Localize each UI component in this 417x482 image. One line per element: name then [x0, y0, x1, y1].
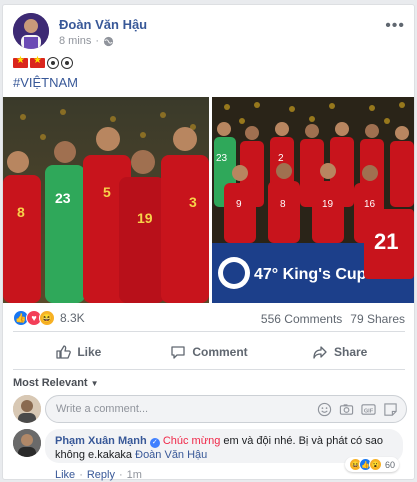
jersey-number: 23 [216, 153, 228, 164]
post-header: Đoàn Văn Hậu 8 mins · ••• [11, 13, 409, 53]
post-meta: 8 mins · [59, 35, 114, 47]
soccer-ball-icon [47, 57, 59, 69]
commenter-avatar[interactable] [13, 429, 41, 457]
camera-icon[interactable] [339, 402, 354, 417]
more-options-icon[interactable]: ••• [385, 17, 405, 35]
like-button-label: Like [77, 345, 102, 359]
haha-reaction-icon: 😆 [39, 310, 55, 326]
comment-highlight: Chúc mừng [162, 435, 221, 447]
comment-count[interactable]: 556 Comments [261, 312, 342, 326]
comment-button-label: Comment [192, 345, 248, 359]
team-photo-right[interactable]: 23 2 9 8 19 16 47° King's Cup 21 [212, 97, 414, 303]
jersey-number: 9 [236, 199, 242, 210]
comment-reply-link[interactable]: Reply [87, 469, 115, 481]
comment-sort-dropdown[interactable]: Most Relevant ▼ [13, 377, 99, 389]
globe-icon [103, 36, 114, 46]
reaction-summary[interactable]: 👍 ♥ 😆 8.3K [13, 310, 85, 326]
verified-badge-icon: ✓ [149, 438, 160, 448]
post-stats: 👍 ♥ 😆 8.3K 556 Comments 79 Shares [13, 310, 405, 328]
jersey-number: 8 [17, 204, 25, 220]
author-avatar[interactable] [13, 13, 49, 49]
footer-separator: · [79, 469, 83, 481]
post-hashtag[interactable]: #VIỆTNAM [13, 75, 78, 90]
share-icon [313, 346, 327, 359]
thumbs-up-icon [56, 345, 72, 359]
post-card: Đoàn Văn Hậu 8 mins · ••• #VIỆTNAM [2, 4, 415, 481]
reaction-count[interactable]: 8.3K [60, 311, 85, 325]
vietnam-flag-icon [13, 55, 28, 68]
jersey-number: 23 [55, 190, 71, 206]
jersey-number: 16 [364, 199, 376, 210]
meta-separator: · [95, 35, 100, 47]
comment-like-link[interactable]: Like [55, 469, 75, 481]
comment-reactions[interactable]: 😆 👍 😮 60 [344, 457, 399, 472]
comment-icon [171, 346, 185, 359]
photo-grid: 8 23 5 19 3 23 2 9 8 19 16 47° King's Cu… [3, 97, 414, 303]
sticker-icon[interactable] [383, 402, 398, 417]
comment-sort-label: Most Relevant [13, 377, 88, 389]
share-count[interactable]: 79 Shares [350, 312, 405, 326]
banner-text: 47° King's Cup [254, 266, 367, 283]
share-button[interactable]: Share [274, 337, 405, 367]
jersey-number: 8 [280, 199, 286, 210]
wow-reaction-icon: 😮 [368, 458, 382, 471]
footer-separator: · [118, 469, 123, 481]
comment-reaction-count: 60 [384, 459, 395, 470]
comment-footer: Like · Reply · 1m [55, 469, 142, 481]
emoji-line [13, 55, 73, 69]
commenter-name[interactable]: Phạm Xuân Mạnh [55, 435, 147, 447]
jersey-number: 21 [374, 229, 398, 254]
post-author[interactable]: Đoàn Văn Hậu [59, 17, 147, 32]
share-button-label: Share [334, 345, 368, 359]
like-button[interactable]: Like [13, 337, 144, 367]
action-bar: Like Comment Share [13, 337, 405, 367]
composer-icons: GIF [317, 402, 398, 417]
team-photo-left[interactable]: 8 23 5 19 3 [3, 97, 209, 303]
jersey-number: 19 [137, 210, 153, 226]
jersey-number: 2 [278, 153, 284, 164]
divider [13, 331, 405, 332]
post-time[interactable]: 8 mins [59, 35, 91, 47]
jersey-number: 19 [322, 199, 334, 210]
jersey-number: 5 [103, 184, 111, 200]
engagement-stats: 556 Comments 79 Shares [261, 312, 405, 326]
emoji-icon[interactable] [317, 402, 332, 417]
gif-icon[interactable]: GIF [361, 402, 376, 417]
comment-composer: Write a comment... GIF [13, 395, 407, 423]
chevron-down-icon: ▼ [90, 378, 99, 388]
jersey-number: 3 [189, 194, 197, 210]
tagged-user[interactable]: Đoàn Văn Hậu [135, 449, 207, 461]
current-user-avatar[interactable] [13, 395, 41, 423]
vietnam-flag-icon [30, 55, 45, 68]
comment-input-placeholder: Write a comment... [56, 403, 149, 415]
comment-time[interactable]: 1m [127, 469, 142, 481]
comment-input[interactable]: Write a comment... GIF [45, 395, 407, 423]
comment-button[interactable]: Comment [144, 337, 275, 367]
svg-text:GIF: GIF [364, 408, 374, 414]
soccer-ball-icon [61, 57, 73, 69]
divider [13, 369, 405, 370]
